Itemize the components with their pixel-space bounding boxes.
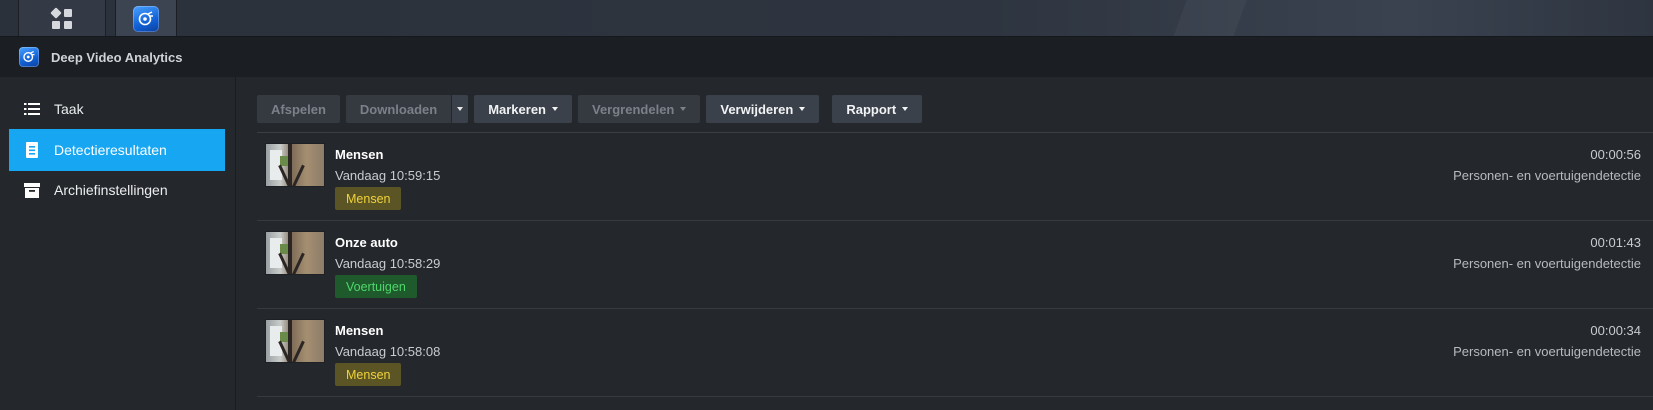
chevron-down-icon	[680, 107, 687, 111]
result-detection-type: Personen- en voertuigendetectie	[1453, 344, 1641, 359]
deep-video-analytics-icon	[133, 5, 159, 32]
sidebar-item-label: Archiefinstellingen	[54, 182, 168, 198]
sidebar-item-label: Taak	[54, 101, 84, 117]
list-icon	[24, 101, 40, 117]
result-duration: 00:01:43	[1590, 235, 1641, 250]
mark-button-label: Markeren	[488, 101, 546, 117]
chevron-down-icon	[457, 107, 464, 111]
result-detection-type: Personen- en voertuigendetectie	[1453, 256, 1641, 271]
result-time: Vandaag 10:58:08	[335, 344, 441, 359]
video-thumbnail[interactable]	[265, 319, 325, 363]
sidebar-item-label: Detectieresultaten	[54, 142, 167, 158]
result-duration: 00:00:34	[1590, 323, 1641, 338]
result-name: Onze auto	[335, 235, 398, 250]
delete-button-label: Verwijderen	[720, 101, 794, 117]
main-content: Afspelen Downloaden Markeren Vergrendele…	[237, 77, 1653, 410]
result-time: Vandaag 10:59:15	[335, 168, 441, 183]
sidebar-item-detectieresultaten[interactable]: Detectieresultaten	[9, 129, 225, 171]
toolbar: Afspelen Downloaden Markeren Vergrendele…	[257, 95, 928, 123]
main-menu-button[interactable]	[18, 0, 106, 36]
chevron-down-icon	[799, 107, 806, 111]
result-detection-type: Personen- en voertuigendetectie	[1453, 168, 1641, 183]
result-tag: Voertuigen	[335, 275, 417, 298]
chevron-down-icon	[552, 107, 558, 111]
taskbar-app-deep-video-analytics[interactable]	[115, 0, 177, 36]
apps-grid-icon	[50, 6, 72, 29]
document-icon	[24, 142, 40, 158]
taskbar	[0, 0, 1653, 37]
sidebar-item-taak[interactable]: Taak	[9, 88, 225, 130]
chevron-down-icon	[902, 107, 909, 111]
sidebar-item-archiefinstellingen[interactable]: Archiefinstellingen	[9, 169, 225, 211]
app-title: Deep Video Analytics	[51, 49, 183, 65]
list-item[interactable]: Mensen Vandaag 10:58:08 Mensen 00:00:34 …	[257, 309, 1653, 397]
video-thumbnail[interactable]	[265, 143, 325, 187]
result-name: Mensen	[335, 323, 384, 338]
lock-button-label: Vergrendelen	[592, 101, 675, 117]
play-button[interactable]: Afspelen	[257, 95, 340, 123]
download-dropdown-button[interactable]	[451, 95, 469, 123]
result-tag: Mensen	[335, 187, 402, 210]
results-list: Mensen Vandaag 10:59:15 Mensen 00:00:56 …	[257, 133, 1653, 397]
archive-icon	[24, 182, 40, 198]
video-thumbnail[interactable]	[265, 231, 325, 275]
list-item[interactable]: Mensen Vandaag 10:59:15 Mensen 00:00:56 …	[257, 133, 1653, 221]
report-button[interactable]: Rapport	[832, 95, 923, 123]
result-time: Vandaag 10:58:29	[335, 256, 441, 271]
download-split-button: Downloaden	[345, 95, 469, 123]
report-button-label: Rapport	[846, 101, 897, 117]
download-button[interactable]: Downloaden	[345, 95, 452, 123]
result-tag: Mensen	[335, 363, 402, 386]
result-duration: 00:00:56	[1590, 147, 1641, 162]
mark-button[interactable]: Markeren	[474, 95, 572, 123]
app-logo-icon	[19, 47, 39, 67]
delete-button[interactable]: Verwijderen	[706, 95, 820, 123]
result-name: Mensen	[335, 147, 384, 162]
list-item[interactable]: Onze auto Vandaag 10:58:29 Voertuigen 00…	[257, 221, 1653, 309]
sidebar: Taak Detectieresultaten Archiefinstellin…	[0, 77, 236, 410]
window-titlebar: Deep Video Analytics	[0, 37, 1653, 77]
lock-button[interactable]: Vergrendelen	[578, 95, 701, 123]
